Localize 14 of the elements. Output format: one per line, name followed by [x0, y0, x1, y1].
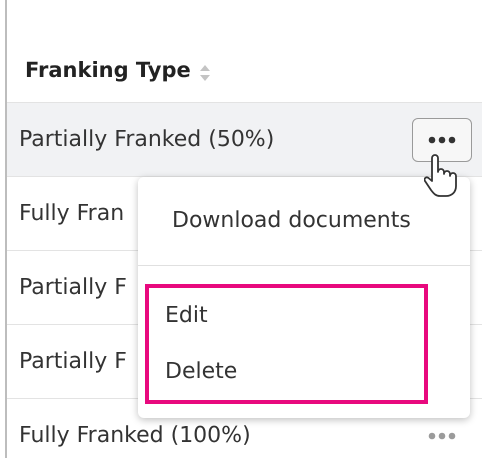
menu-item[interactable]: Edit	[149, 288, 424, 344]
table-row[interactable]: Partially Franked (50%)	[7, 103, 482, 177]
sort-icon[interactable]	[198, 64, 211, 82]
table-cell: Partially F	[19, 349, 127, 374]
table-cell: Fully Franked (100%)	[19, 423, 251, 448]
more-icon	[428, 432, 456, 440]
table-cell: Partially Franked (50%)	[19, 127, 274, 152]
menu-item[interactable]: Delete	[149, 344, 424, 400]
more-icon	[428, 136, 456, 144]
column-header[interactable]: Franking Type	[25, 58, 191, 82]
table-cell: Partially F	[19, 275, 127, 300]
table-cell: Fully Fran	[19, 201, 124, 226]
more-actions-button[interactable]	[412, 118, 472, 162]
menu-item[interactable]: Download documents	[138, 193, 470, 249]
